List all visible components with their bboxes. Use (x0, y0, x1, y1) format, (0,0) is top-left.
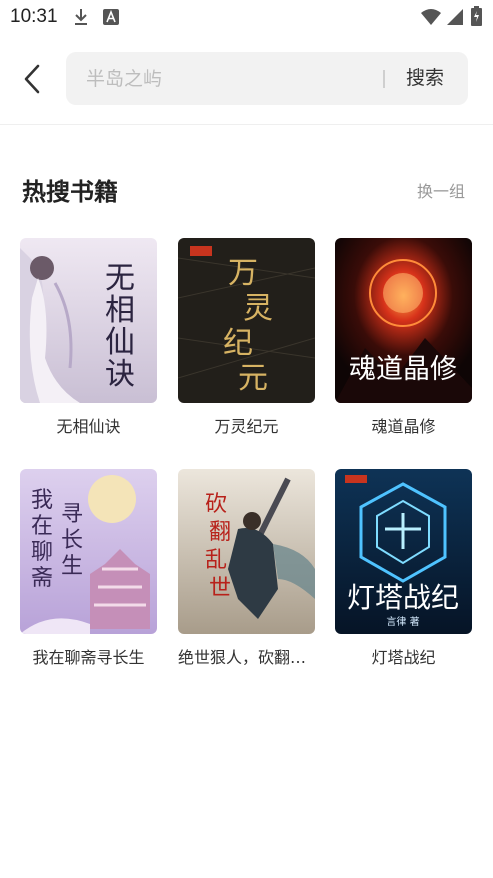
svg-text:相: 相 (105, 293, 135, 328)
signal-icon (447, 9, 463, 25)
svg-text:仙: 仙 (105, 325, 135, 360)
svg-text:世: 世 (209, 576, 231, 601)
svg-text:灵: 灵 (243, 291, 273, 326)
section-title: 热搜书籍 (22, 177, 118, 206)
download-icon (75, 9, 87, 25)
search-box: 搜索 (66, 52, 468, 105)
svg-text:乱: 乱 (205, 548, 227, 573)
book-title: 灯塔战纪 (371, 648, 436, 667)
status-bar: 10:31 (0, 0, 493, 34)
book-card[interactable]: 万 灵 纪 元 万灵纪元 (178, 238, 316, 437)
book-cover: 砍 翻 乱 世 (178, 469, 315, 634)
cover-title-text: 无 (105, 261, 135, 296)
svg-text:聊: 聊 (31, 540, 53, 565)
svg-text:长: 长 (61, 528, 83, 553)
svg-text:元: 元 (238, 361, 268, 396)
svg-text:翻: 翻 (209, 520, 231, 545)
svg-text:魂道晶修: 魂道晶修 (349, 354, 457, 385)
chevron-left-icon (24, 64, 40, 94)
svg-text:纪: 纪 (223, 326, 253, 361)
book-cover: 无 相 仙 诀 (20, 238, 157, 403)
svg-text:灯塔战纪: 灯塔战纪 (347, 581, 459, 614)
book-cover: 万 灵 纪 元 (178, 238, 315, 403)
search-header: 搜索 (0, 44, 493, 125)
book-card[interactable]: 我 在 聊 斋 寻 长 生 我在聊斋寻长生 (20, 469, 158, 668)
book-card[interactable]: 无 相 仙 诀 无相仙诀 (20, 238, 158, 437)
book-title: 无相仙诀 (56, 417, 121, 436)
book-cover: 我 在 聊 斋 寻 长 生 (20, 469, 157, 634)
search-input[interactable] (86, 52, 366, 105)
svg-text:我: 我 (31, 488, 53, 513)
wifi-icon (421, 9, 441, 25)
svg-text:寻: 寻 (61, 502, 83, 527)
book-title: 绝世狠人，砍翻乱世 (178, 648, 315, 667)
book-title: 魂道晶修 (371, 417, 436, 436)
svg-text:斋: 斋 (31, 566, 53, 591)
book-title: 万灵纪元 (214, 417, 279, 436)
status-time: 10:31 (10, 6, 58, 27)
book-cover: 灯塔战纪 言律 著 (335, 469, 472, 634)
back-button[interactable] (18, 62, 48, 96)
book-cover: 魂道晶修 (335, 238, 472, 403)
battery-charging-icon (471, 6, 482, 26)
book-title: 我在聊斋寻长生 (32, 648, 145, 667)
search-button[interactable]: 搜索 (406, 52, 444, 105)
svg-text:砍: 砍 (205, 492, 227, 517)
text-app-icon (103, 9, 119, 25)
svg-text:诀: 诀 (105, 357, 135, 392)
svg-text:在: 在 (31, 514, 53, 539)
book-card[interactable]: 砍 翻 乱 世 绝世狠人，砍翻乱世 (178, 469, 316, 668)
book-card[interactable]: 魂道晶修 魂道晶修 (335, 238, 473, 437)
refresh-group-button[interactable]: 换一组 (417, 178, 465, 202)
search-divider (383, 70, 385, 88)
cover-author-text: 言律 著 (386, 615, 419, 628)
book-card[interactable]: 灯塔战纪 言律 著 灯塔战纪 (335, 469, 473, 668)
svg-text:生: 生 (61, 554, 83, 579)
svg-text:万: 万 (228, 256, 258, 291)
